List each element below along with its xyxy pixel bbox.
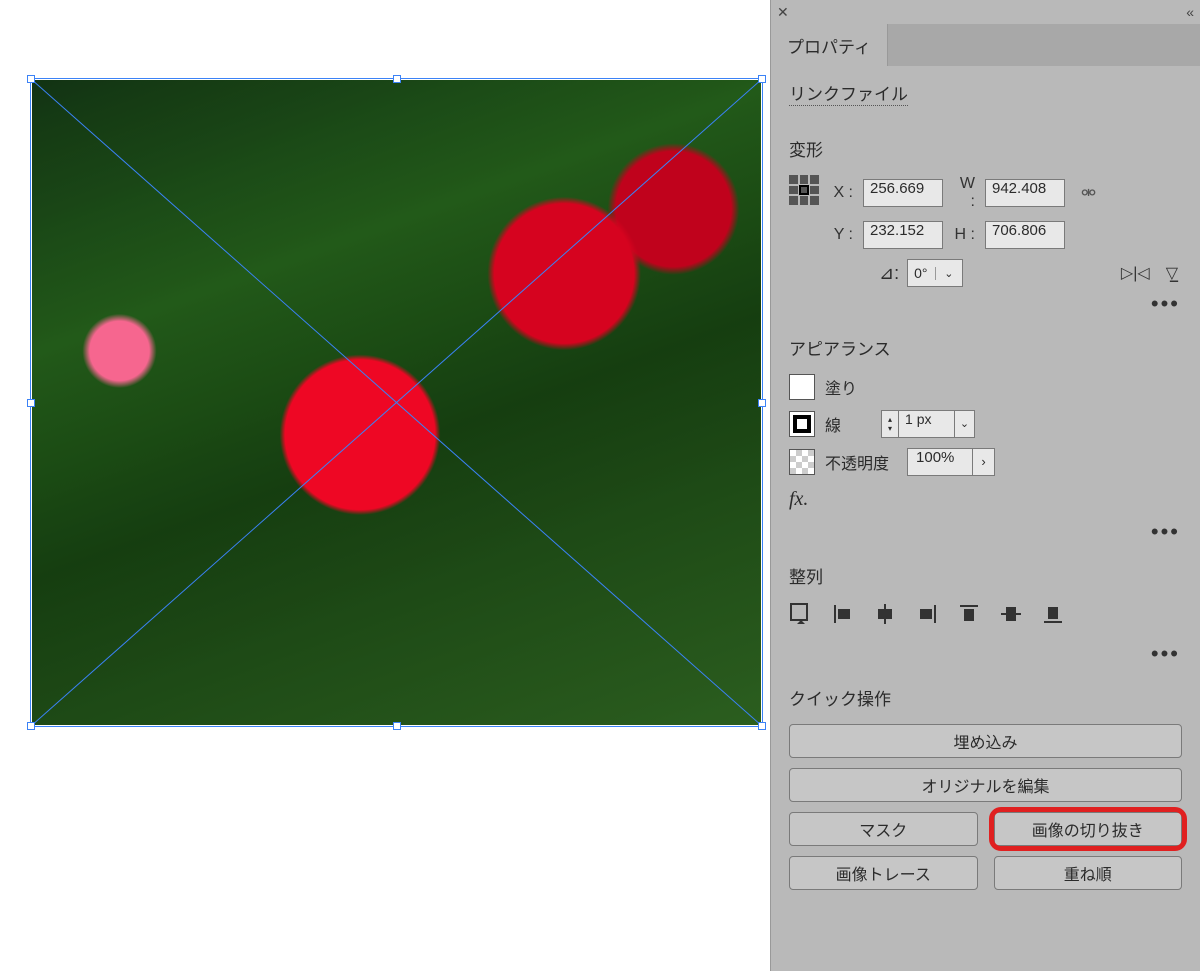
align-vcenter-icon[interactable]: [999, 602, 1023, 631]
stroke-swatch[interactable]: [789, 411, 815, 437]
y-input[interactable]: 232.152: [863, 221, 943, 249]
linked-file-label[interactable]: リンクファイル: [789, 80, 908, 106]
image-content: [32, 80, 761, 725]
tab-properties[interactable]: プロパティ: [771, 24, 888, 66]
appearance-more-icon[interactable]: •••: [789, 515, 1182, 553]
fill-swatch[interactable]: [789, 374, 815, 400]
collapse-icon[interactable]: «: [1186, 4, 1194, 20]
align-top-icon[interactable]: [957, 602, 981, 631]
properties-panel: ✕ « プロパティ リンクファイル 変形 X : 256.669 W : 942…: [770, 0, 1200, 971]
rotation-input[interactable]: 0°⌄: [907, 259, 963, 287]
h-label: H :: [953, 226, 975, 244]
align-bottom-icon[interactable]: [1041, 602, 1065, 631]
fill-label: 塗り: [825, 375, 857, 399]
placed-image[interactable]: [32, 80, 761, 725]
crop-image-button[interactable]: 画像の切り抜き: [994, 812, 1183, 846]
opacity-label: 不透明度: [825, 450, 889, 474]
align-to-artboard-icon[interactable]: [789, 602, 813, 631]
w-label: W :: [953, 175, 975, 211]
align-more-icon[interactable]: •••: [789, 637, 1182, 675]
panel-tabs: プロパティ: [771, 24, 1200, 66]
opacity-swatch[interactable]: [789, 449, 815, 475]
align-right-icon[interactable]: [915, 602, 939, 631]
embed-button[interactable]: 埋め込み: [789, 724, 1182, 758]
x-input[interactable]: 256.669: [863, 179, 943, 207]
mask-button[interactable]: マスク: [789, 812, 978, 846]
edit-original-button[interactable]: オリジナルを編集: [789, 768, 1182, 802]
transform-more-icon[interactable]: •••: [789, 287, 1182, 325]
section-transform-title: 変形: [789, 136, 1182, 161]
arrange-button[interactable]: 重ね順: [994, 856, 1183, 890]
image-trace-button[interactable]: 画像トレース: [789, 856, 978, 890]
link-wh-icon[interactable]: ⚮: [1081, 183, 1096, 204]
align-hcenter-icon[interactable]: [873, 602, 897, 631]
h-input[interactable]: 706.806: [985, 221, 1065, 249]
section-quick-title: クイック操作: [789, 685, 1182, 710]
stroke-unit-dropdown[interactable]: ⌄: [955, 410, 975, 438]
align-left-icon[interactable]: [831, 602, 855, 631]
opacity-input[interactable]: 100%: [907, 448, 973, 476]
flip-vertical-icon[interactable]: ▽̲: [1166, 263, 1178, 283]
fx-icon[interactable]: fx.: [789, 488, 1182, 511]
stroke-label: 線: [825, 412, 841, 436]
angle-icon: ⊿:: [879, 263, 899, 284]
x-label: X :: [831, 184, 853, 202]
reference-point-widget[interactable]: [789, 175, 819, 205]
y-label: Y :: [831, 226, 853, 244]
stroke-stepper[interactable]: ▴▾: [881, 410, 899, 438]
w-input[interactable]: 942.408: [985, 179, 1065, 207]
section-appearance-title: アピアランス: [789, 335, 1182, 360]
flip-horizontal-icon[interactable]: ▷|◁: [1121, 263, 1150, 283]
close-icon[interactable]: ✕: [777, 4, 789, 21]
stroke-width-input[interactable]: 1 px: [899, 410, 955, 438]
opacity-dropdown[interactable]: ›: [973, 448, 995, 476]
canvas-area[interactable]: [0, 0, 770, 971]
section-align-title: 整列: [789, 563, 1182, 588]
